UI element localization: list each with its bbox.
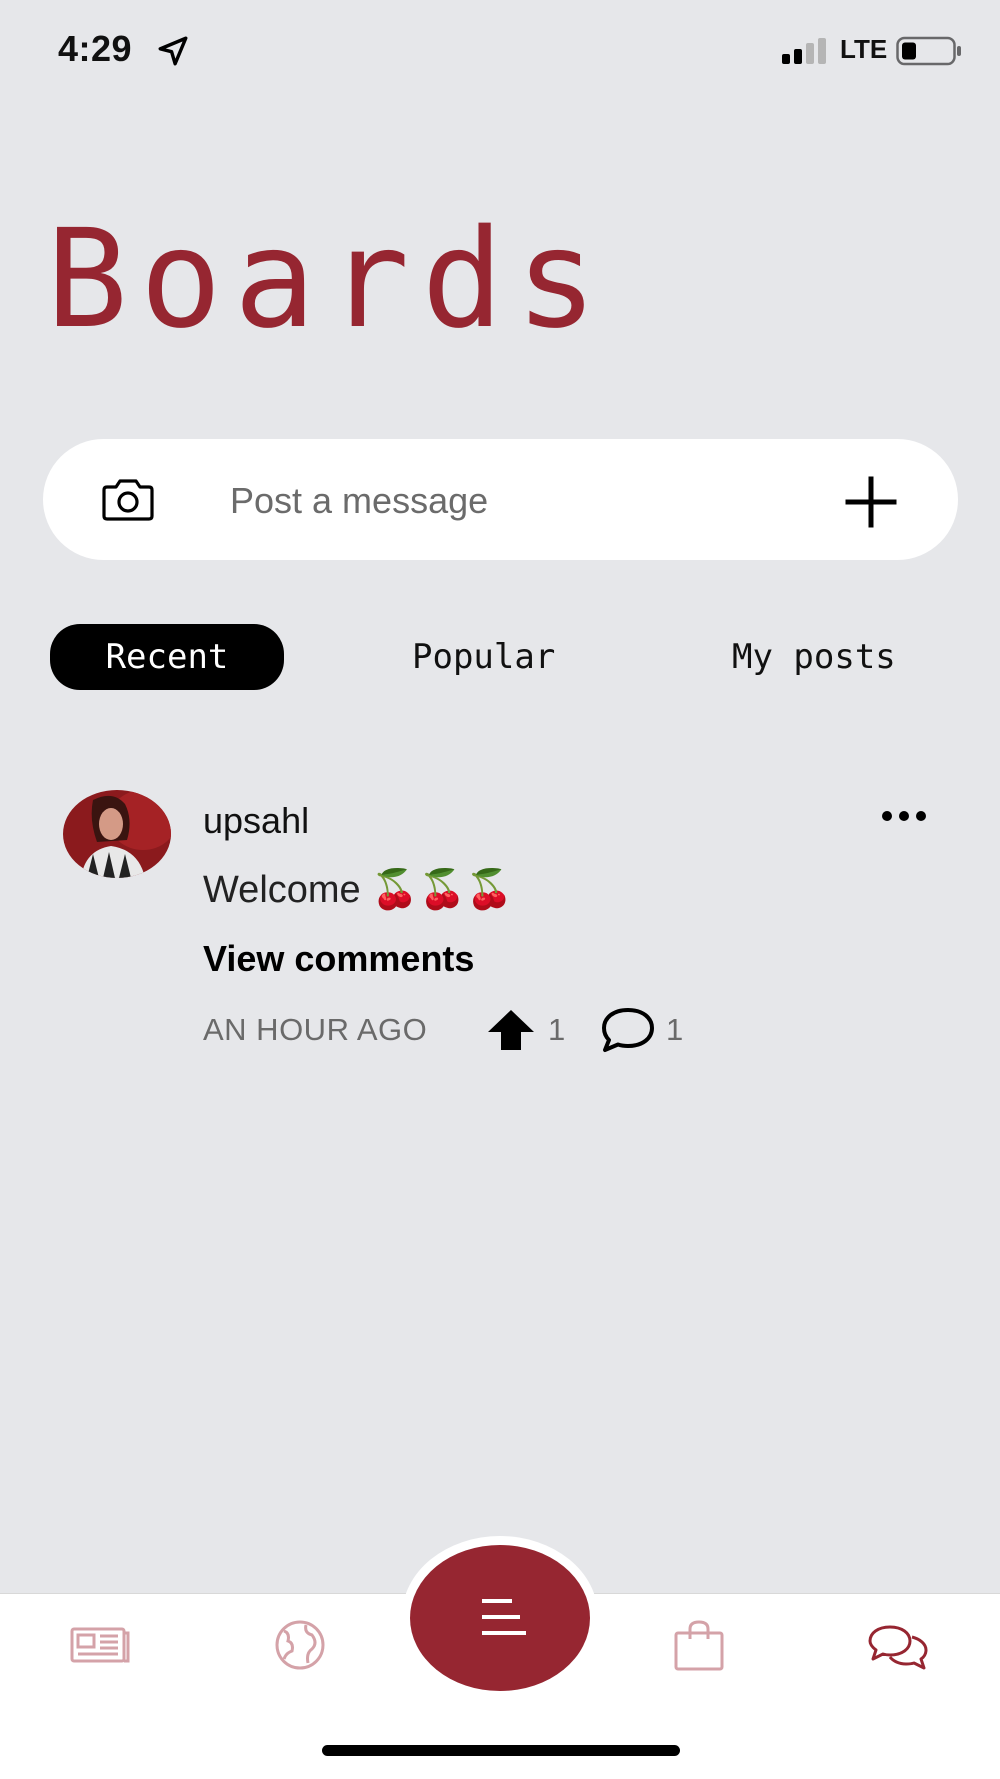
- home-indicator: [322, 1745, 680, 1756]
- post-body: Welcome 🍒🍒🍒: [203, 869, 514, 911]
- location-arrow-icon: [158, 36, 188, 66]
- more-options-icon[interactable]: [880, 808, 928, 824]
- comment-count: 1: [666, 1012, 684, 1047]
- post-message-input[interactable]: [228, 470, 792, 532]
- news-icon[interactable]: [70, 1621, 130, 1673]
- camera-icon[interactable]: [100, 478, 156, 522]
- tab-recent[interactable]: Recent: [50, 624, 284, 690]
- plus-icon[interactable]: [845, 476, 897, 528]
- tab-popular[interactable]: Popular: [412, 624, 555, 690]
- upvote-count: 1: [548, 1012, 566, 1047]
- comment-icon[interactable]: [600, 1006, 656, 1054]
- menu-icon: [482, 1599, 526, 1635]
- menu-button[interactable]: [410, 1545, 590, 1691]
- tab-my-posts[interactable]: My posts: [732, 624, 896, 690]
- view-comments-link[interactable]: View comments: [203, 938, 474, 980]
- status-time: 4:29: [58, 28, 133, 69]
- avatar[interactable]: [63, 790, 171, 878]
- page-title: Boards: [46, 201, 610, 359]
- signal-icon: [782, 38, 826, 64]
- globe-icon[interactable]: [270, 1619, 330, 1671]
- post-timestamp: AN HOUR AGO: [203, 1012, 428, 1047]
- chat-bubbles-icon[interactable]: [868, 1621, 928, 1673]
- battery-icon: [896, 36, 961, 66]
- upvote-icon[interactable]: [486, 1008, 536, 1052]
- post-username[interactable]: upsahl: [203, 800, 309, 842]
- shopping-bag-icon[interactable]: [670, 1619, 730, 1671]
- network-label: LTE: [840, 34, 888, 64]
